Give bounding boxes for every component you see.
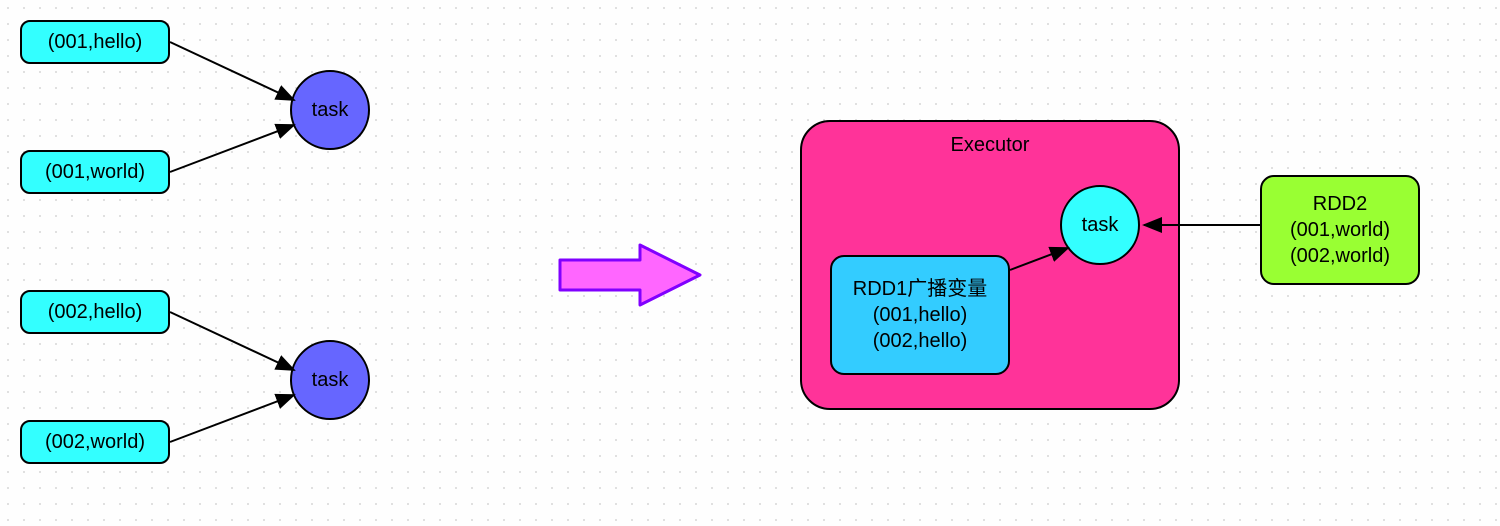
task-label: task <box>312 367 349 393</box>
executor-label: Executor <box>802 132 1178 158</box>
rdd2-text: RDD2 (001,world) (002,world) <box>1290 191 1390 269</box>
tuple-text: (001,world) <box>45 159 145 185</box>
arrow-tuple4-task2 <box>170 395 294 442</box>
tuple-002-hello: (002,hello) <box>20 290 170 334</box>
rdd2-box: RDD2 (001,world) (002,world) <box>1260 175 1420 285</box>
task-circle-1: task <box>290 70 370 150</box>
arrow-tuple2-task1 <box>170 125 294 172</box>
task-circle-2: task <box>290 340 370 420</box>
tuple-text: (002,hello) <box>48 299 143 325</box>
task-label: task <box>1082 212 1119 238</box>
task-label: task <box>312 97 349 123</box>
tuple-002-world: (002,world) <box>20 420 170 464</box>
rdd1-broadcast-box: RDD1广播变量 (001,hello) (002,hello) <box>830 255 1010 375</box>
tuple-text: (002,world) <box>45 429 145 455</box>
rdd1-text: RDD1广播变量 (001,hello) (002,hello) <box>853 276 987 354</box>
tuple-001-world: (001,world) <box>20 150 170 194</box>
task-circle-executor: task <box>1060 185 1140 265</box>
big-arrow-icon <box>560 245 700 305</box>
tuple-text: (001,hello) <box>48 29 143 55</box>
arrow-tuple3-task2 <box>170 312 294 370</box>
tuple-001-hello: (001,hello) <box>20 20 170 64</box>
arrow-tuple1-task1 <box>170 42 294 100</box>
